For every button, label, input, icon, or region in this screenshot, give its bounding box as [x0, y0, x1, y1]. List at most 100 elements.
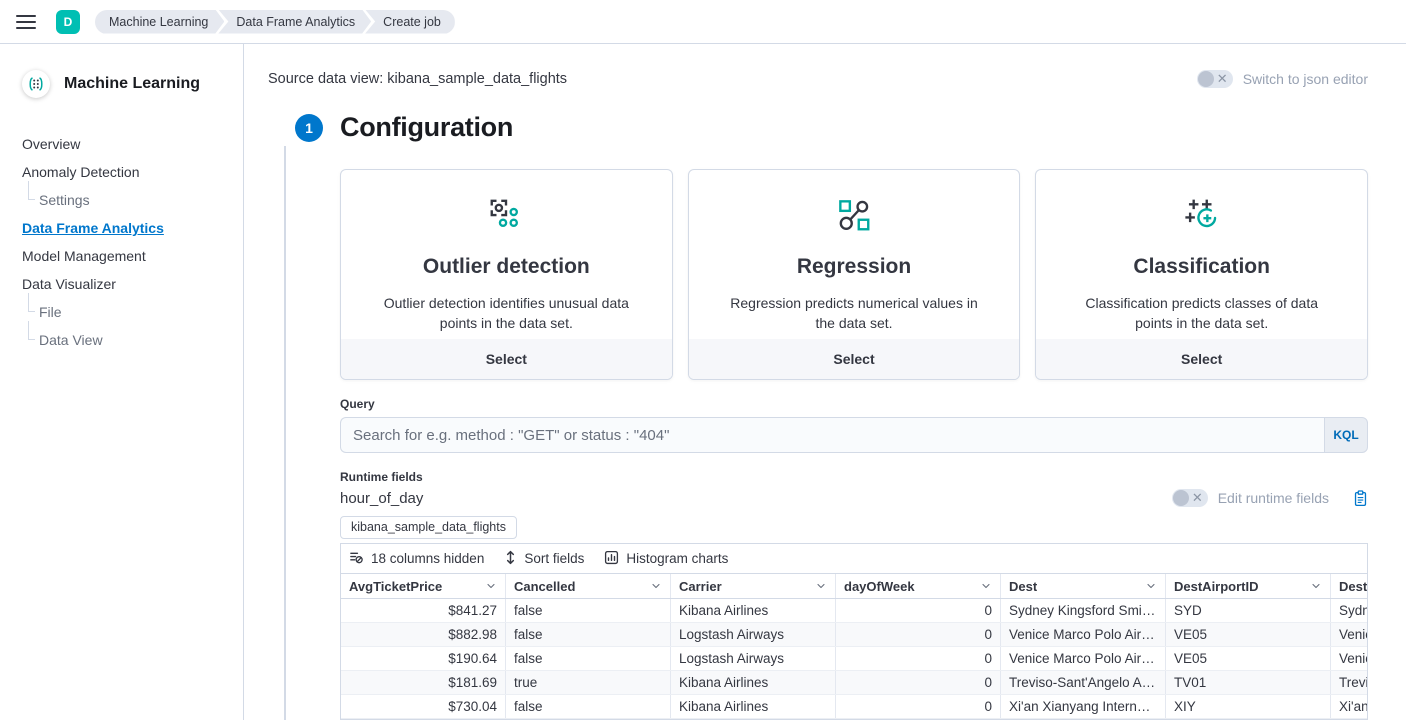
sidebar-item-model-management[interactable]: Model Management	[0, 242, 243, 270]
chevron-down-icon[interactable]	[485, 580, 497, 592]
main-content: Source data view: kibana_sample_data_fli…	[244, 44, 1406, 720]
cell-value: Sydney	[1339, 603, 1368, 618]
table-cell[interactable]: VE05	[1166, 623, 1331, 646]
table-cell[interactable]: false	[506, 623, 671, 646]
cell-value: Kibana Airlines	[679, 699, 768, 714]
table-cell[interactable]: $730.04	[341, 695, 506, 718]
table-cell[interactable]: Treviso	[1331, 671, 1368, 694]
table-row: $882.98 falseLogstash Airways 0 Venice Marc…	[341, 623, 1367, 647]
table-cell[interactable]: 0	[836, 623, 1001, 646]
source-data-view-label: Source data view: kibana_sample_data_fli…	[268, 71, 567, 87]
kql-badge[interactable]: KQL	[1324, 417, 1368, 453]
table-cell[interactable]: 0	[836, 599, 1001, 622]
column-header-carrier[interactable]: Carrier	[671, 574, 836, 598]
sidebar-item-overview[interactable]: Overview	[0, 130, 243, 158]
sidebar-item-file[interactable]: File	[0, 298, 243, 326]
sidebar-item-settings[interactable]: Settings	[0, 186, 243, 214]
card-description: Regression predicts numerical values in …	[707, 293, 1002, 334]
breadcrumb-machine-learning[interactable]: Machine Learning	[95, 10, 224, 34]
sort-fields-button[interactable]: Sort fields	[504, 550, 584, 568]
outlier-select-button[interactable]: Select	[341, 339, 672, 379]
json-editor-toggle[interactable]: ✕	[1197, 70, 1233, 88]
classification-card[interactable]: Classification Classification predicts c…	[1035, 169, 1368, 380]
regression-icon	[834, 221, 874, 238]
data-view-tag[interactable]: kibana_sample_data_flights	[340, 516, 517, 539]
table-cell[interactable]: Kibana Airlines	[671, 599, 836, 622]
table-cell[interactable]: Venice Marco Polo Airport	[1001, 623, 1166, 646]
space-avatar[interactable]: D	[56, 10, 80, 34]
column-header-dest[interactable]: Dest	[1001, 574, 1166, 598]
columns-hidden-button[interactable]: 18 columns hidden	[349, 550, 484, 568]
column-header-dayofweek[interactable]: dayOfWeek	[836, 574, 1001, 598]
cell-value: 0	[984, 627, 992, 642]
column-header-destcityname[interactable]: DestCityName	[1331, 574, 1368, 598]
query-search-input[interactable]	[340, 417, 1324, 453]
source-data-grid: 18 columns hidden Sort fields	[340, 543, 1368, 720]
table-cell[interactable]: Sydney Kingsford Smith I...	[1001, 599, 1166, 622]
table-cell[interactable]: SYD	[1166, 599, 1331, 622]
chevron-down-icon[interactable]	[815, 580, 827, 592]
table-cell[interactable]: TV01	[1166, 671, 1331, 694]
table-cell[interactable]: true	[506, 671, 671, 694]
classification-icon	[1182, 221, 1222, 238]
table-cell[interactable]: false	[506, 599, 671, 622]
table-cell[interactable]: false	[506, 695, 671, 718]
menu-icon[interactable]	[16, 15, 36, 29]
table-cell[interactable]: $882.98	[341, 623, 506, 646]
outlier-detection-icon	[486, 221, 526, 238]
table-cell[interactable]: Logstash Airways	[671, 623, 836, 646]
table-cell[interactable]: Venice	[1331, 623, 1368, 646]
table-cell[interactable]: Kibana Airlines	[671, 671, 836, 694]
table-cell[interactable]: 0	[836, 695, 1001, 718]
table-cell[interactable]: 0	[836, 647, 1001, 670]
chevron-down-icon[interactable]	[980, 580, 992, 592]
table-cell[interactable]: false	[506, 647, 671, 670]
table-cell[interactable]: Venice	[1331, 647, 1368, 670]
table-cell[interactable]: Xi'an	[1331, 695, 1368, 718]
sidebar-item-data-visualizer[interactable]: Data Visualizer	[0, 270, 243, 298]
sidebar-item-data-frame-analytics[interactable]: Data Frame Analytics	[0, 214, 243, 242]
table-cell[interactable]: Kibana Airlines	[671, 695, 836, 718]
sidebar-item-anomaly-detection[interactable]: Anomaly Detection	[0, 158, 243, 186]
table-cell[interactable]: VE05	[1166, 647, 1331, 670]
table-cell[interactable]: Xi'an Xianyang Internatio...	[1001, 695, 1166, 718]
breadcrumb-create-job[interactable]: Create job	[365, 10, 455, 34]
card-description: Classification predicts classes of data …	[1054, 293, 1349, 334]
cell-value: $882.98	[448, 627, 497, 642]
regression-card[interactable]: Regression Regression predicts numerical…	[688, 169, 1021, 380]
cell-value: 0	[984, 603, 992, 618]
sidebar-item-data-view[interactable]: Data View	[0, 326, 243, 354]
table-cell[interactable]: $841.27	[341, 599, 506, 622]
sidebar: Machine Learning OverviewAnomaly Detecti…	[0, 44, 244, 720]
cell-value: Venice Marco Polo Airport	[1009, 651, 1157, 666]
edit-runtime-fields-toggle[interactable]: ✕	[1172, 489, 1208, 507]
chevron-down-icon[interactable]	[1310, 580, 1322, 592]
runtime-field-value: hour_of_day	[340, 490, 423, 507]
chevron-down-icon[interactable]	[650, 580, 662, 592]
table-cell[interactable]: 0	[836, 671, 1001, 694]
cell-value: SYD	[1174, 603, 1202, 618]
column-header-avgticketprice[interactable]: AvgTicketPrice	[341, 574, 506, 598]
table-cell[interactable]: Venice Marco Polo Airport	[1001, 647, 1166, 670]
cell-value: Venice	[1339, 627, 1368, 642]
clipboard-icon[interactable]	[1353, 490, 1368, 507]
table-cell[interactable]: $190.64	[341, 647, 506, 670]
table-cell[interactable]: Sydney	[1331, 599, 1368, 622]
ml-logo-icon	[22, 70, 50, 98]
regression-select-button[interactable]: Select	[689, 339, 1020, 379]
column-header-cancelled[interactable]: Cancelled	[506, 574, 671, 598]
column-header-destairportid[interactable]: DestAirportID	[1166, 574, 1331, 598]
table-cell[interactable]: Treviso-Sant'Angelo Airport	[1001, 671, 1166, 694]
chevron-down-icon[interactable]	[1145, 580, 1157, 592]
table-cell[interactable]: XIY	[1166, 695, 1331, 718]
cell-value: false	[514, 699, 543, 714]
table-cell[interactable]: $181.69	[341, 671, 506, 694]
cell-value: false	[514, 651, 543, 666]
outlier-detection-card[interactable]: Outlier detection Outlier detection iden…	[340, 169, 673, 380]
sort-fields-icon	[504, 550, 517, 568]
histogram-charts-button[interactable]: Histogram charts	[604, 550, 728, 568]
cell-value: Venice	[1339, 651, 1368, 666]
breadcrumb-data-frame-analytics[interactable]: Data Frame Analytics	[218, 10, 371, 34]
table-cell[interactable]: Logstash Airways	[671, 647, 836, 670]
classification-select-button[interactable]: Select	[1036, 339, 1367, 379]
